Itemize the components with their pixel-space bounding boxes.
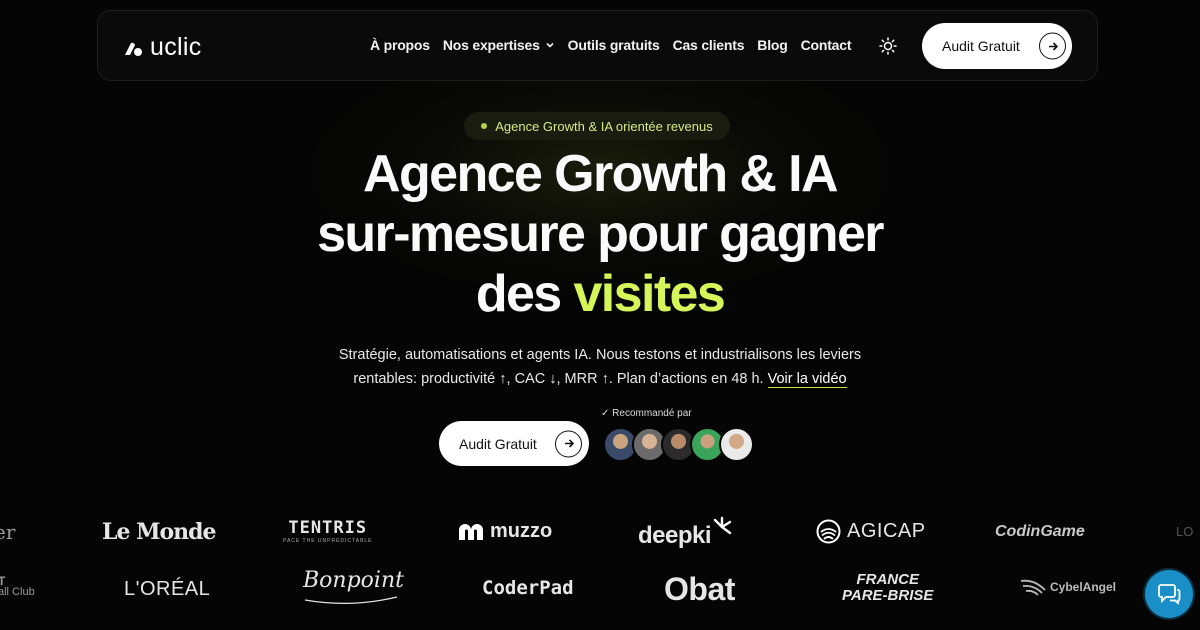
- nav-item-label: Outils gratuits: [567, 37, 660, 53]
- chat-bubble-icon: [1158, 584, 1181, 605]
- logo-bonpoint: Bonpoint: [303, 568, 404, 604]
- top-navbar: uclic À propos Nos expertises Outils gra…: [97, 10, 1098, 81]
- nav-audit-button[interactable]: Audit Gratuit: [922, 23, 1072, 69]
- logo-cybelangel: CybelAngel: [1020, 578, 1116, 596]
- bonpoint-swash-icon: [304, 596, 398, 604]
- headline-line-2: sur-mesure pour gagner: [317, 205, 884, 263]
- muzzo-mark-icon: [459, 523, 483, 540]
- uclic-logo-icon: [122, 37, 144, 59]
- logo-muzzo-text: muzzo: [490, 520, 553, 542]
- logo-agicap: AGICAP: [816, 519, 926, 544]
- logo-le-monde: Le Monde: [102, 519, 217, 545]
- logo-text: uclic: [150, 33, 202, 61]
- logo-obat: Obat: [664, 571, 735, 607]
- headline-accent: visites: [573, 265, 725, 323]
- nav-item-a-propos[interactable]: À propos: [370, 37, 430, 53]
- logo-bonpoint-text: Bonpoint: [303, 568, 404, 593]
- brand-logo[interactable]: uclic: [122, 33, 202, 62]
- logo-tentris-text: TENTRIS: [288, 518, 368, 538]
- logo-codingame: CodinGame: [995, 523, 1085, 540]
- logo-partial-left: er: [0, 520, 16, 544]
- deepki-burst-icon: [713, 516, 732, 535]
- logo-muzzo: muzzo: [458, 520, 552, 543]
- arrow-right-icon: [1039, 32, 1066, 60]
- client-logos-row-1: er Le Monde TENTRIS PACE THE UNPREDICTAB…: [0, 514, 1200, 554]
- cybelangel-wing-icon: [1020, 579, 1046, 596]
- logo-deepki-text: deepki: [638, 522, 712, 549]
- nav-item-blog[interactable]: Blog: [757, 37, 788, 53]
- logo-partial-right: LO: [1176, 524, 1194, 539]
- sun-icon[interactable]: [879, 37, 897, 55]
- agicap-mark-icon: [816, 519, 841, 544]
- headline-line-3: des: [475, 265, 562, 323]
- logo-partial-left-2-line-2: all Club: [0, 586, 35, 598]
- hero-audit-button[interactable]: Audit Gratuit: [439, 421, 589, 466]
- arrow-right-icon: [555, 430, 582, 457]
- recommended-label: ✓ Recommandé par: [601, 408, 692, 419]
- nav-item-label: Contact: [800, 37, 852, 53]
- recommender-avatars: [603, 427, 754, 462]
- logo-tentris: TENTRIS PACE THE UNPREDICTABLE: [283, 518, 373, 544]
- logo-tentris-tagline: PACE THE UNPREDICTABLE: [283, 538, 373, 544]
- hero-badge: Agence Growth & IA orientée revenus: [464, 112, 730, 140]
- client-logos-row-2: T all Club L'ORÉAL Bonpoint CoderPad Oba…: [0, 568, 1200, 608]
- logo-fpb-line-1: FRANCE: [856, 571, 919, 588]
- nav-item-label: Nos expertises: [442, 37, 540, 53]
- nav-item-label: Cas clients: [672, 37, 745, 53]
- logo-partial-left-2: T all Club: [0, 575, 35, 598]
- headline-line-1: Agence Growth & IA: [363, 145, 839, 203]
- logo-agicap-text: AGICAP: [847, 520, 926, 542]
- main-menu: À propos Nos expertises Outils gratuits …: [370, 37, 852, 53]
- nav-item-label: À propos: [370, 37, 430, 53]
- subtext-line-1: Stratégie, automatisations et agents IA.…: [338, 347, 862, 363]
- hero-headline: Agence Growth & IA sur-mesure pour gagne…: [250, 144, 950, 324]
- logo-fpb-line-2: PARE-BRISE: [842, 587, 934, 604]
- hero-subtext: Stratégie, automatisations et agents IA.…: [300, 343, 900, 391]
- video-link[interactable]: Voir la vidéo: [767, 371, 847, 388]
- nav-item-label: Blog: [757, 37, 788, 53]
- avatar: [719, 427, 754, 462]
- logo-loreal: L'ORÉAL: [124, 578, 211, 600]
- logo-cybelangel-text: CybelAngel: [1050, 580, 1117, 594]
- logo-coderpad: CoderPad: [482, 577, 574, 599]
- nav-audit-label: Audit Gratuit: [942, 38, 1020, 54]
- nav-item-cas-clients[interactable]: Cas clients: [673, 37, 745, 53]
- badge-text: Agence Growth & IA orientée revenus: [495, 118, 713, 134]
- nav-item-outils-gratuits[interactable]: Outils gratuits: [568, 37, 660, 53]
- chevron-down-icon: [546, 42, 554, 48]
- nav-item-nos-expertises[interactable]: Nos expertises: [443, 37, 555, 53]
- subtext-line-2: rentables: productivité ↑, CAC ↓, MRR ↑.…: [353, 371, 764, 387]
- hero-audit-label: Audit Gratuit: [459, 435, 537, 452]
- chat-widget-button[interactable]: [1145, 570, 1193, 618]
- badge-dot: [481, 123, 488, 129]
- nav-item-contact[interactable]: Contact: [801, 37, 852, 53]
- logo-france-pare-brise: FRANCE PARE-BRISE: [842, 572, 933, 604]
- logo-deepki: deepki: [638, 516, 733, 550]
